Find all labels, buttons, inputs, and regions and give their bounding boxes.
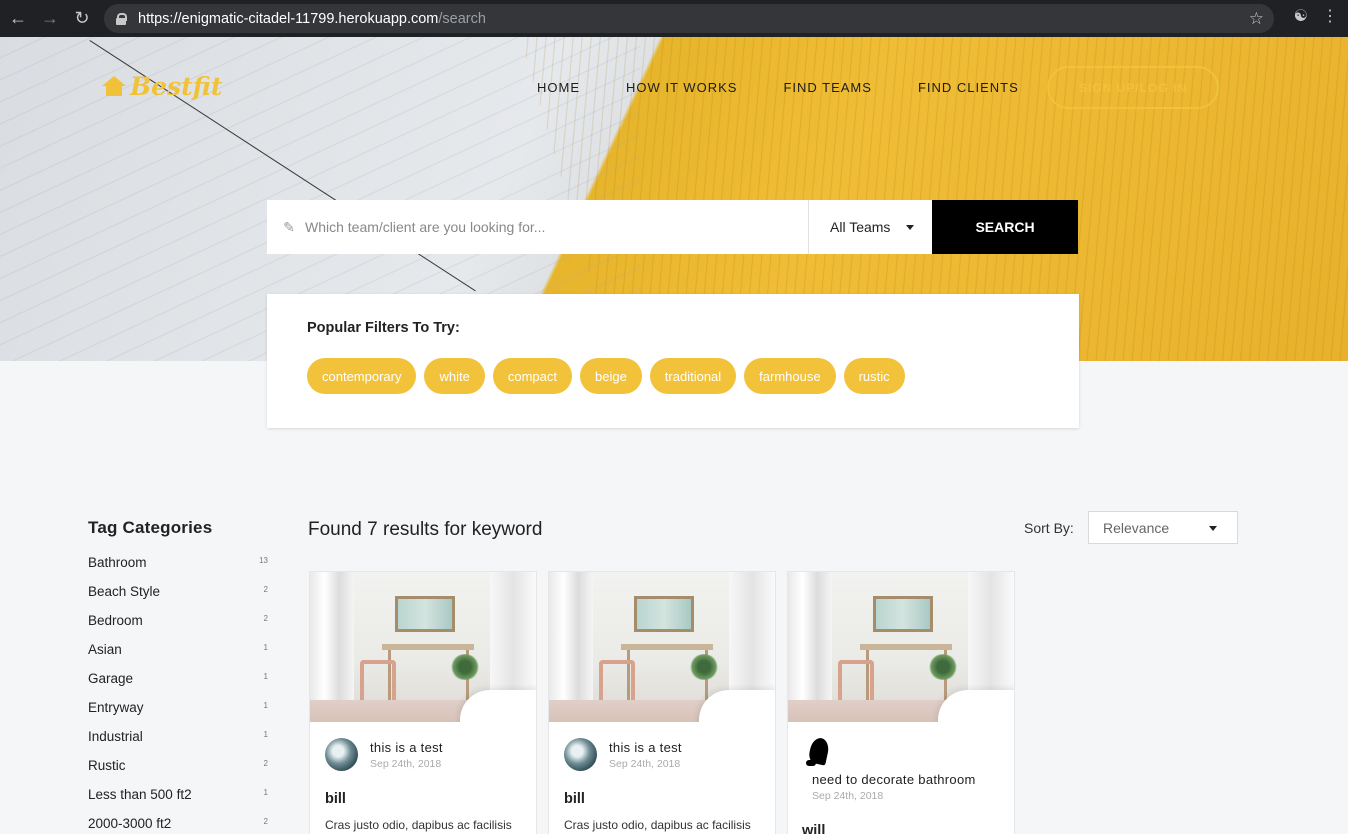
search-bar: ✎ All Teams SEARCH bbox=[267, 200, 1078, 254]
nav-find-clients[interactable]: FIND CLIENTS bbox=[918, 80, 1019, 95]
browser-toolbar: ← → ↻ https://enigmatic-citadel-11799.he… bbox=[0, 0, 1348, 37]
tag-item[interactable]: Rustic 2 bbox=[88, 758, 268, 787]
forward-arrow-icon[interactable]: → bbox=[38, 7, 62, 31]
card-title: this is a test bbox=[609, 740, 682, 755]
caret-down-icon bbox=[906, 225, 914, 230]
filter-chip[interactable]: rustic bbox=[843, 358, 905, 394]
result-card[interactable]: this is a test Sep 24th, 2018 bill Cras … bbox=[309, 571, 537, 834]
sort-value: Relevance bbox=[1103, 519, 1170, 536]
reload-icon[interactable]: ↻ bbox=[70, 7, 94, 31]
card-title: this is a test bbox=[370, 740, 443, 755]
card-description: Cras justo odio, dapibus ac facilisis bbox=[325, 818, 512, 832]
popular-filters-title: Popular Filters To Try: bbox=[307, 320, 460, 336]
tag-item[interactable]: Bathroom 13 bbox=[88, 555, 268, 584]
card-date: Sep 24th, 2018 bbox=[370, 758, 442, 770]
card-date: Sep 24th, 2018 bbox=[609, 758, 681, 770]
result-card[interactable]: this is a test Sep 24th, 2018 bill Cras … bbox=[548, 571, 776, 834]
card-date: Sep 24th, 2018 bbox=[812, 790, 884, 802]
main-nav: HOME HOW IT WORKS FIND TEAMS FIND CLIENT… bbox=[537, 80, 1065, 95]
card-image bbox=[549, 572, 775, 722]
nav-find-teams[interactable]: FIND TEAMS bbox=[783, 80, 872, 95]
caret-down-icon bbox=[1209, 526, 1217, 531]
filter-chip[interactable]: white bbox=[424, 358, 485, 394]
filter-chip[interactable]: beige bbox=[579, 358, 642, 394]
search-button[interactable]: SEARCH bbox=[932, 200, 1078, 254]
filter-chip[interactable]: contemporary bbox=[307, 358, 417, 394]
filter-chip[interactable]: farmhouse bbox=[744, 358, 836, 394]
card-title: need to decorate bathroom bbox=[812, 772, 976, 787]
house-icon bbox=[102, 75, 126, 98]
lock-icon bbox=[116, 12, 127, 25]
team-type-value: All Teams bbox=[830, 219, 891, 235]
card-author: bill bbox=[325, 791, 346, 807]
tag-item[interactable]: Industrial 1 bbox=[88, 729, 268, 758]
avatar bbox=[564, 738, 597, 771]
url-path: /search bbox=[438, 10, 486, 27]
results-summary: Found 7 results for keyword bbox=[308, 519, 543, 540]
tag-categories-title: Tag Categories bbox=[88, 518, 213, 537]
url-host: https://enigmatic-citadel-11799.herokuap… bbox=[138, 10, 439, 27]
logo-text: Bestfit bbox=[130, 72, 223, 101]
site-logo[interactable]: Bestfit bbox=[102, 72, 222, 101]
avatar bbox=[806, 738, 830, 768]
sort-label: Sort By: bbox=[1024, 520, 1074, 536]
nav-home[interactable]: HOME bbox=[537, 80, 580, 95]
tag-item[interactable]: Entryway 1 bbox=[88, 700, 268, 729]
bookmark-star-icon[interactable]: ☆ bbox=[1249, 9, 1264, 29]
card-description: Cras justo odio, dapibus ac facilisis bbox=[564, 818, 751, 832]
address-bar[interactable]: https://enigmatic-citadel-11799.herokuap… bbox=[104, 4, 1274, 33]
tag-item[interactable]: Beach Style 2 bbox=[88, 584, 268, 613]
sort-select[interactable]: Relevance bbox=[1088, 511, 1238, 544]
filter-chip[interactable]: compact bbox=[492, 358, 572, 394]
pencil-icon: ✎ bbox=[283, 218, 295, 235]
tag-item[interactable]: Bedroom 2 bbox=[88, 613, 268, 642]
nav-how-it-works[interactable]: HOW IT WORKS bbox=[626, 80, 737, 95]
filter-chip[interactable]: traditional bbox=[649, 358, 737, 394]
tag-categories-sidebar: Tag Categories Bathroom 13 Beach Style 2 B… bbox=[88, 518, 268, 834]
incognito-icon[interactable]: ☯ bbox=[1294, 6, 1308, 26]
card-image bbox=[310, 572, 536, 722]
card-author: will bbox=[802, 823, 826, 834]
card-image bbox=[788, 572, 1014, 722]
tag-item[interactable]: Garage 1 bbox=[88, 671, 268, 700]
team-type-select[interactable]: All Teams bbox=[808, 200, 932, 254]
tag-item[interactable]: 2000-3000 ft2 2 bbox=[88, 816, 268, 834]
result-card[interactable]: need to decorate bathroom Sep 24th, 2018… bbox=[787, 571, 1015, 834]
back-arrow-icon[interactable]: ← bbox=[6, 7, 30, 31]
tag-item[interactable]: Asian 1 bbox=[88, 642, 268, 671]
menu-dots-icon[interactable]: ⋮ bbox=[1322, 6, 1338, 26]
tag-item[interactable]: Less than 500 ft2 1 bbox=[88, 787, 268, 816]
search-input[interactable] bbox=[305, 200, 808, 254]
signup-login-button[interactable]: SIGN UP/LOG IN bbox=[1047, 66, 1219, 109]
avatar bbox=[325, 738, 358, 771]
popular-filters-panel: Popular Filters To Try: contemporary whi… bbox=[267, 294, 1079, 428]
card-author: bill bbox=[564, 791, 585, 807]
filter-chips: contemporary white compact beige traditi… bbox=[307, 358, 1039, 394]
